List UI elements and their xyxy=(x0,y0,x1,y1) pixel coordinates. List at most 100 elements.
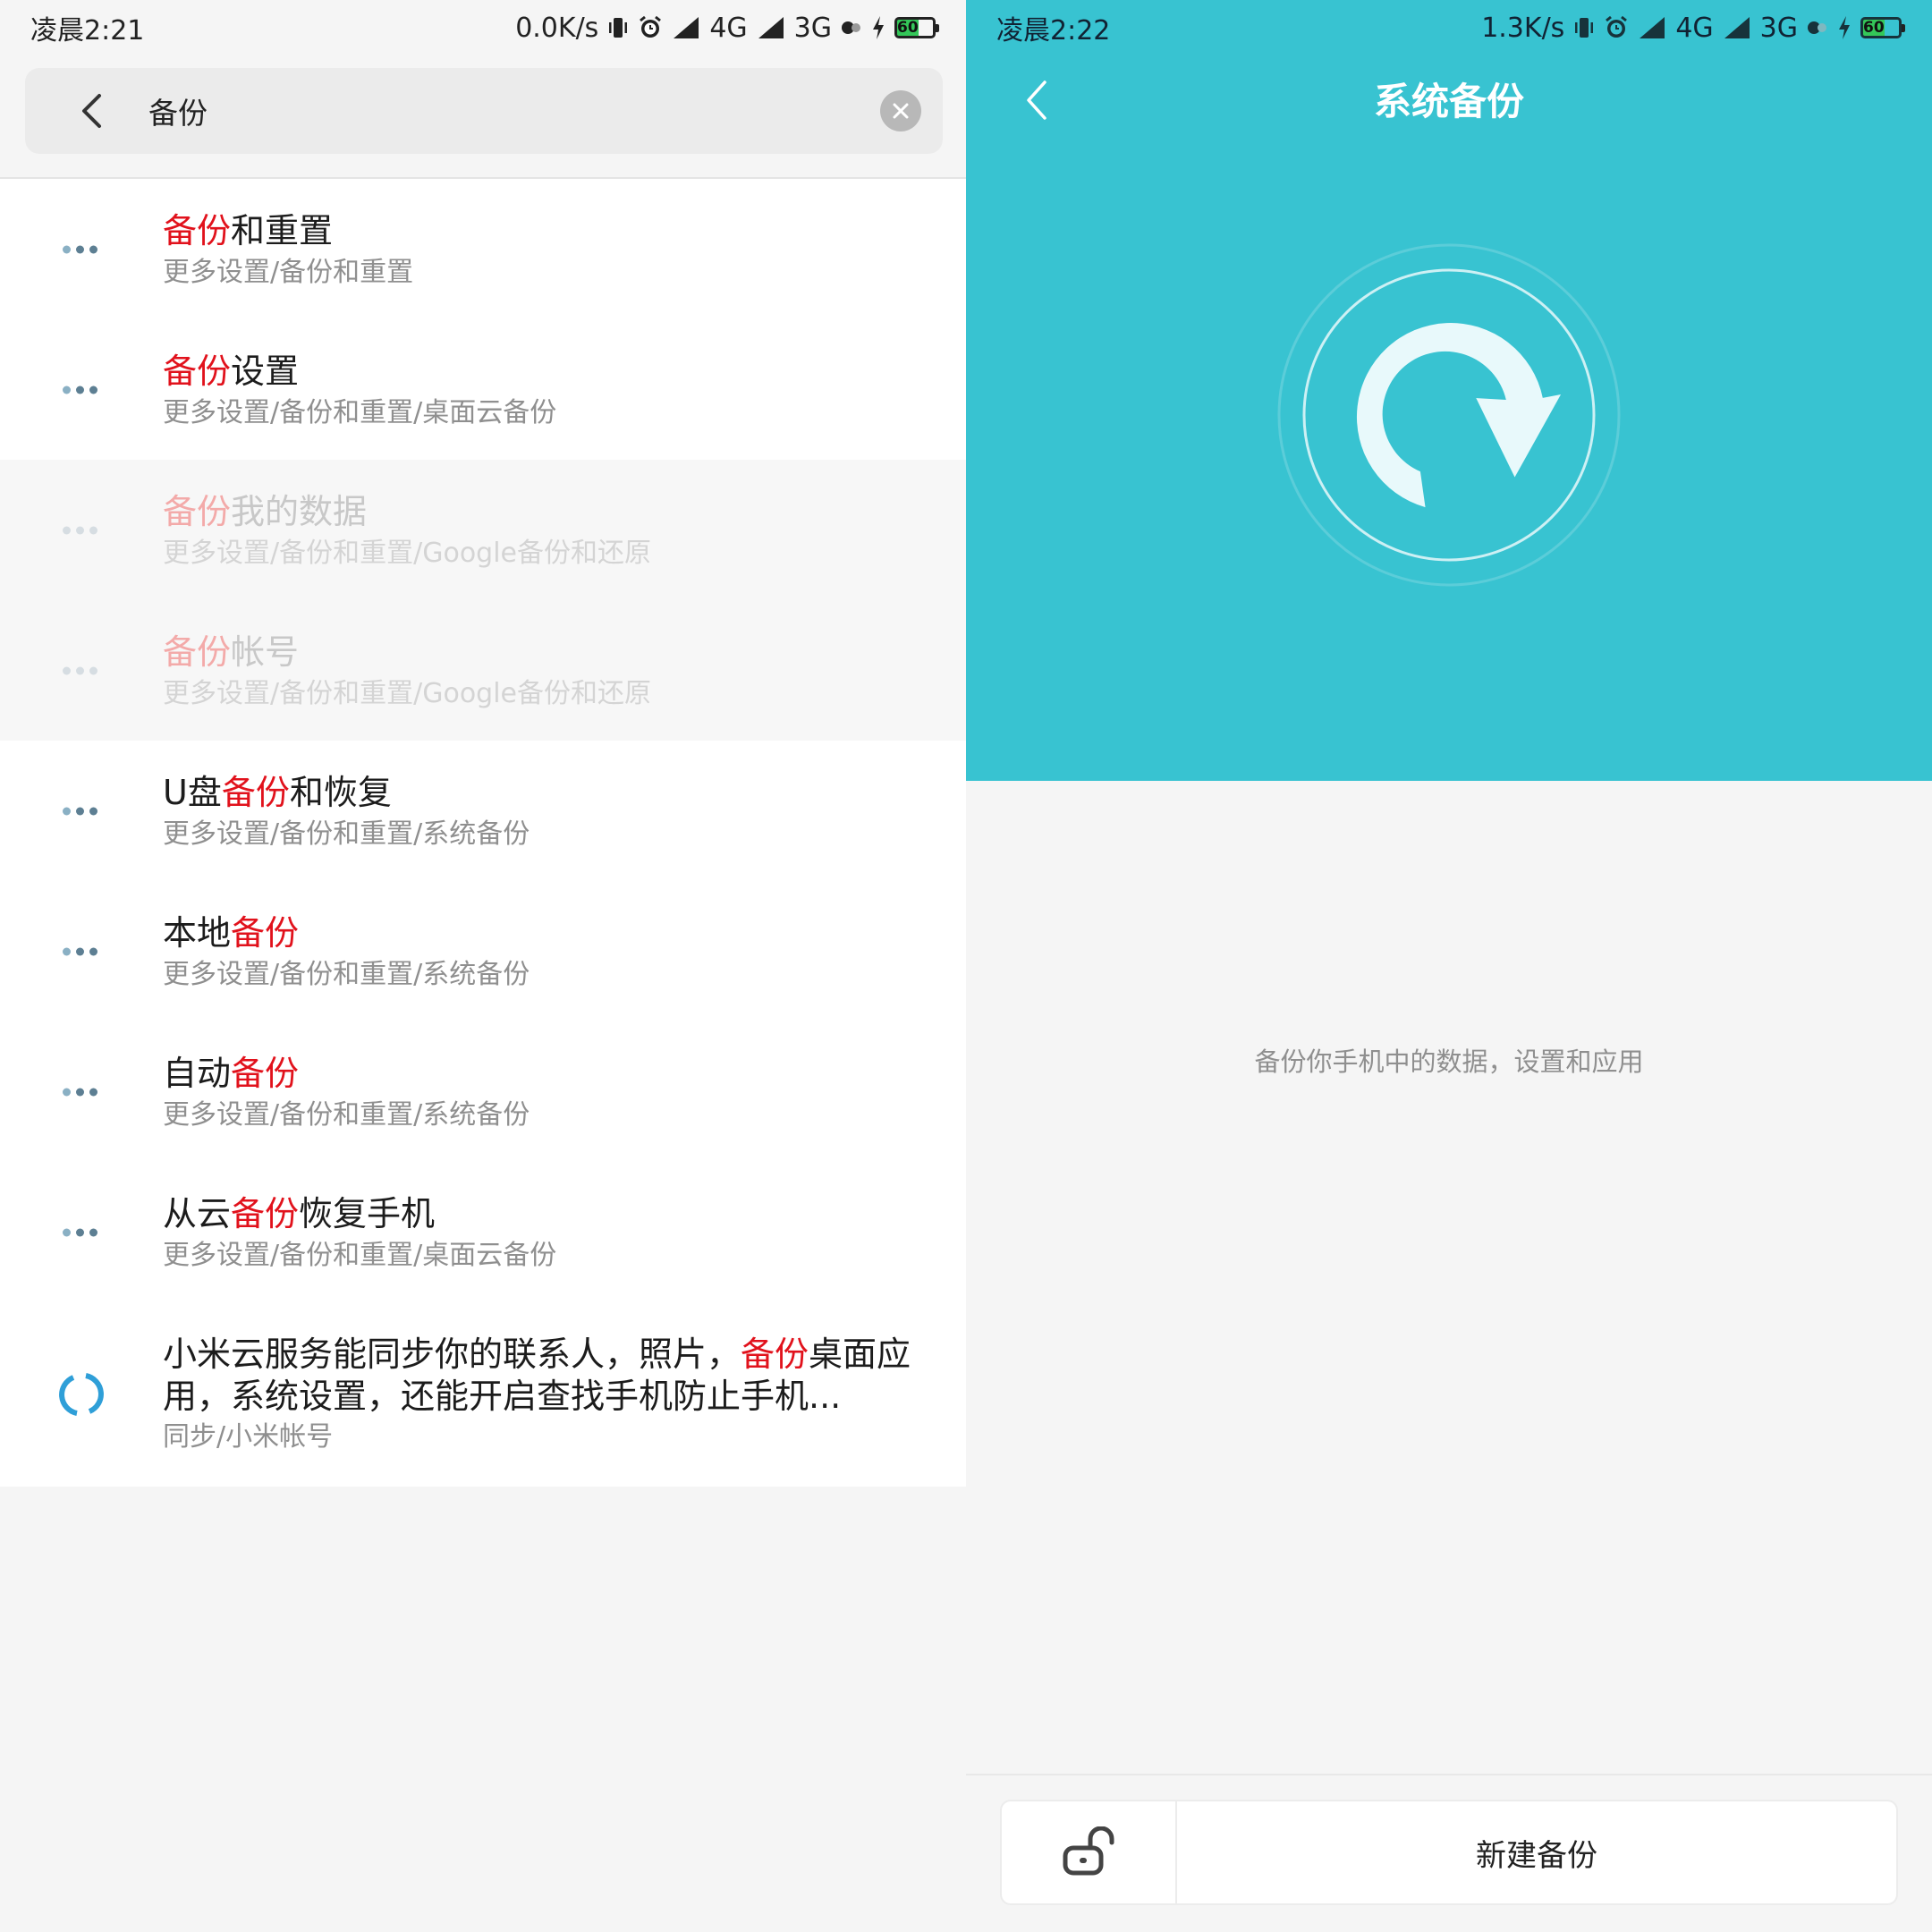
charging-icon xyxy=(871,15,886,40)
divider xyxy=(966,1774,1932,1775)
chevron-left-icon xyxy=(82,94,101,128)
clear-search-button[interactable] xyxy=(880,90,921,131)
result-path: 更多设置/备份和重置/Google备份和还原 xyxy=(163,537,652,569)
search-result-item[interactable]: 小米云服务能同步你的联系人，照片，备份桌面应用，系统设置，还能开启查找手机防止手… xyxy=(0,1302,966,1487)
search-bar xyxy=(25,68,943,154)
signal-icon-1 xyxy=(1638,16,1666,39)
vibrate-icon xyxy=(607,15,629,40)
result-title-highlight: 备份 xyxy=(163,210,232,250)
dot-icon xyxy=(1807,20,1828,36)
result-title-part: 设置 xyxy=(231,351,300,391)
network-speed: 0.0K/s xyxy=(515,12,599,44)
result-title-part: 和恢复 xyxy=(289,772,392,812)
status-time: 凌晨2:22 xyxy=(996,15,1111,47)
result-text: 备份和重置 更多设置/备份和重置 xyxy=(163,208,930,291)
more-dots-icon xyxy=(63,807,97,815)
search-result-item[interactable]: 自动备份 更多设置/备份和重置/系统备份 xyxy=(0,1021,966,1162)
vibrate-icon xyxy=(1573,15,1595,40)
more-dots-icon xyxy=(63,526,97,534)
back-button[interactable] xyxy=(64,84,118,138)
result-title: U盘备份和恢复 xyxy=(163,770,930,815)
settings-search-screen: 凌晨2:21 0.0K/s 4G 3G 60 备份和重置更多设置/备份和重 xyxy=(0,0,966,1932)
result-title-highlight: 备份 xyxy=(231,1193,300,1233)
result-path: 更多设置/备份和重置 xyxy=(163,256,414,288)
backup-description: 备份你手机中的数据，设置和应用 xyxy=(1254,1046,1644,1077)
network-speed: 1.3K/s xyxy=(1481,12,1565,44)
search-result-item[interactable]: 备份帐号 更多设置/备份和重置/Google备份和还原 xyxy=(0,600,966,741)
result-title-part: 从云 xyxy=(163,1193,232,1233)
search-result-item[interactable]: 本地备份 更多设置/备份和重置/系统备份 xyxy=(0,881,966,1021)
alarm-icon xyxy=(1604,15,1629,40)
result-text: 从云备份恢复手机 更多设置/备份和重置/桌面云备份 xyxy=(163,1191,930,1274)
result-title-part: 小米云服务能同步你的联系人，照片， xyxy=(163,1335,741,1374)
result-text: U盘备份和恢复 更多设置/备份和重置/系统备份 xyxy=(163,770,930,852)
result-title-part: 恢复手机 xyxy=(299,1193,436,1233)
network-type-1: 4G xyxy=(709,12,748,44)
result-path: 更多设置/备份和重置/系统备份 xyxy=(163,1098,530,1131)
charging-icon xyxy=(1837,15,1852,40)
status-time: 凌晨2:21 xyxy=(30,15,145,47)
battery-icon: 60 xyxy=(894,17,939,38)
unlock-icon xyxy=(1063,1826,1114,1876)
search-result-item[interactable]: 备份我的数据 更多设置/备份和重置/Google备份和还原 xyxy=(0,460,966,600)
alarm-icon xyxy=(638,15,663,40)
search-result-item[interactable]: 备份和重置 更多设置/备份和重置 xyxy=(0,179,966,319)
result-title-part: 本地 xyxy=(163,912,232,953)
result-text: 备份设置 更多设置/备份和重置/桌面云备份 xyxy=(163,349,930,431)
more-dots-icon xyxy=(63,1228,97,1236)
more-dots-icon xyxy=(63,245,97,253)
search-result-item[interactable]: 从云备份恢复手机 更多设置/备份和重置/桌面云备份 xyxy=(0,1162,966,1302)
result-title: 备份设置 xyxy=(163,349,930,394)
result-title-highlight: 备份 xyxy=(231,1053,300,1093)
result-title-highlight: 备份 xyxy=(163,351,232,391)
status-indicators: 0.0K/s 4G 3G 60 xyxy=(515,12,939,44)
result-text: 备份帐号 更多设置/备份和重置/Google备份和还原 xyxy=(163,630,930,712)
close-icon xyxy=(893,103,909,119)
dot-icon xyxy=(841,20,862,36)
result-text: 小米云服务能同步你的联系人，照片，备份桌面应用，系统设置，还能开启查找手机防止手… xyxy=(163,1334,930,1455)
backup-logo-icon xyxy=(1277,243,1621,587)
result-path: 更多设置/备份和重置/Google备份和还原 xyxy=(163,677,652,709)
status-indicators: 1.3K/s 4G 3G 60 xyxy=(1481,12,1905,44)
result-title-part: 帐号 xyxy=(231,631,300,672)
system-backup-screen: 凌晨2:22 1.3K/s 4G 3G 60 系统备份 备份你手机中的数据，设置… xyxy=(966,0,1932,1932)
search-result-item[interactable]: U盘备份和恢复 更多设置/备份和重置/系统备份 xyxy=(0,741,966,881)
network-type-1: 4G xyxy=(1675,12,1714,44)
network-type-2: 3G xyxy=(793,12,832,44)
result-title-highlight: 备份 xyxy=(231,912,300,953)
result-title: 备份帐号 xyxy=(163,630,930,674)
signal-icon-1 xyxy=(672,16,700,39)
more-dots-icon xyxy=(63,666,97,674)
result-path: 同步/小米帐号 xyxy=(163,1421,334,1453)
page-title: 系统备份 xyxy=(1373,80,1524,123)
result-title-part: 自动 xyxy=(163,1053,232,1093)
result-path: 更多设置/备份和重置/系统备份 xyxy=(163,958,530,990)
status-bar: 凌晨2:21 0.0K/s 4G 3G 60 xyxy=(0,0,966,55)
more-dots-icon xyxy=(63,386,97,394)
result-text: 本地备份 更多设置/备份和重置/系统备份 xyxy=(163,911,930,993)
backup-header: 凌晨2:22 1.3K/s 4G 3G 60 系统备份 xyxy=(966,0,1932,781)
signal-icon-2 xyxy=(757,16,785,39)
new-backup-button[interactable]: 新建备份 xyxy=(1177,1800,1898,1905)
result-title-part: 和重置 xyxy=(231,210,334,250)
network-type-2: 3G xyxy=(1759,12,1798,44)
more-dots-icon xyxy=(63,1088,97,1096)
search-results-list: 备份和重置 更多设置/备份和重置 备份设置 更多设置/备份和重置/桌面云备份 备份我的数… xyxy=(0,179,966,1487)
result-title-highlight: 备份 xyxy=(163,631,232,672)
result-title: 本地备份 xyxy=(163,911,930,955)
search-input[interactable] xyxy=(147,92,880,130)
result-title: 备份我的数据 xyxy=(163,489,930,534)
result-title: 自动备份 xyxy=(163,1051,930,1096)
backup-lock-button[interactable] xyxy=(1000,1800,1177,1905)
battery-icon: 60 xyxy=(1860,17,1905,38)
signal-icon-2 xyxy=(1723,16,1751,39)
bottom-actions: 新建备份 xyxy=(1000,1800,1898,1905)
result-text: 备份我的数据 更多设置/备份和重置/Google备份和还原 xyxy=(163,489,930,572)
result-title-part: 我的数据 xyxy=(231,491,368,531)
search-result-item[interactable]: 备份设置 更多设置/备份和重置/桌面云备份 xyxy=(0,319,966,460)
result-title: 备份和重置 xyxy=(163,208,930,253)
result-title: 从云备份恢复手机 xyxy=(163,1191,930,1236)
result-title-highlight: 备份 xyxy=(221,772,290,812)
result-path: 更多设置/备份和重置/桌面云备份 xyxy=(163,396,557,428)
result-path: 更多设置/备份和重置/系统备份 xyxy=(163,818,530,850)
